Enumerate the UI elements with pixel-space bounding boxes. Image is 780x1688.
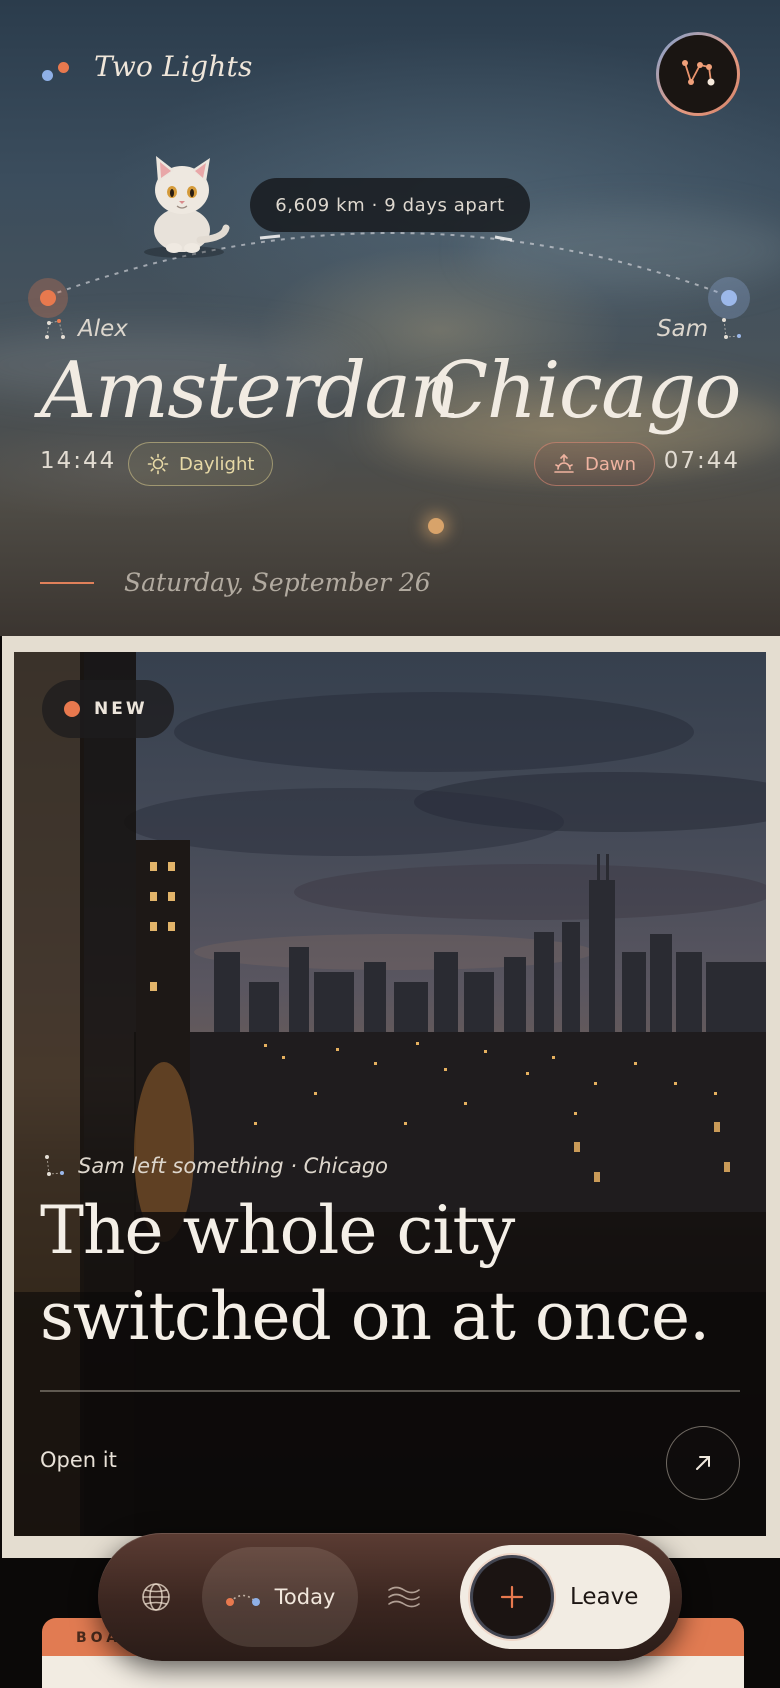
hero-panel: Two Lights 6,609 km · 9 days apart Alex … [0,0,780,636]
card-divider [40,1390,740,1392]
sam-dawn-badge: Dawn [534,442,656,486]
distance-arc [47,232,729,297]
sam-status: Dawn [585,453,637,475]
card-sender-row: Sam left something · Chicago [44,1154,388,1178]
sun-glow [428,518,444,534]
tab-globe[interactable] [134,1575,178,1619]
leave-plus-circle [470,1555,554,1639]
alex-status: Daylight [179,453,255,475]
card-headline: The whole city switched on at once. [40,1188,740,1360]
arc-icon [225,1594,260,1606]
open-it-link[interactable]: Open it [40,1448,117,1472]
sun-icon [147,453,169,475]
new-dot-icon [64,701,80,717]
date-label: Saturday, September 26 [124,568,431,597]
arrow-up-right-icon [696,1456,710,1470]
new-badge-label: NEW [94,699,148,719]
new-badge: NEW [42,680,174,738]
sam-location-dot [708,277,750,319]
alex-name: Alex [78,316,128,342]
sam-name: Sam [656,316,708,342]
alex-daylight-badge: Daylight [128,442,274,486]
date-divider [40,581,94,584]
leave-label: Leave [570,1584,639,1610]
leave-button[interactable]: Leave [460,1545,670,1649]
plus-icon [500,1585,524,1609]
distance-pill: 6,609 km · 9 days apart [250,178,530,232]
card-headline-line-1: The whole city [40,1192,515,1269]
tab-waves[interactable] [384,1577,424,1617]
open-button[interactable] [666,1426,740,1500]
sunrise-icon [554,453,574,473]
alex-time: 14:44 [40,448,117,474]
memory-card[interactable]: NEW Sam left something · Chicago The who… [2,636,780,1558]
date-row: Saturday, September 26 [40,568,431,597]
card-sender: Sam left something · Chicago [78,1154,388,1178]
card-photo: NEW Sam left something · Chicago The who… [14,652,766,1536]
city-skyline-image [14,652,766,1536]
alex-name-row: Alex [44,316,128,342]
alex-city: Amsterdan [40,346,460,436]
sam-name-row: Sam [657,316,742,342]
card-headline-line-2: switched on at once. [40,1278,710,1355]
tab-today[interactable]: Today [202,1547,358,1647]
globe-icon [142,1583,170,1611]
tab-today-label: Today [274,1585,336,1609]
sam-constellation-icon [722,318,741,339]
sam-city: Chicago [428,346,742,436]
cat-avatar [144,156,230,258]
sam-time: 07:44 [663,448,740,474]
waves-icon [388,1586,420,1608]
bottom-tab-bar: Today Leave [98,1533,682,1661]
alex-location-dot [28,278,68,318]
sam-constellation-small-icon [45,1155,64,1176]
alex-constellation-icon [45,319,65,339]
